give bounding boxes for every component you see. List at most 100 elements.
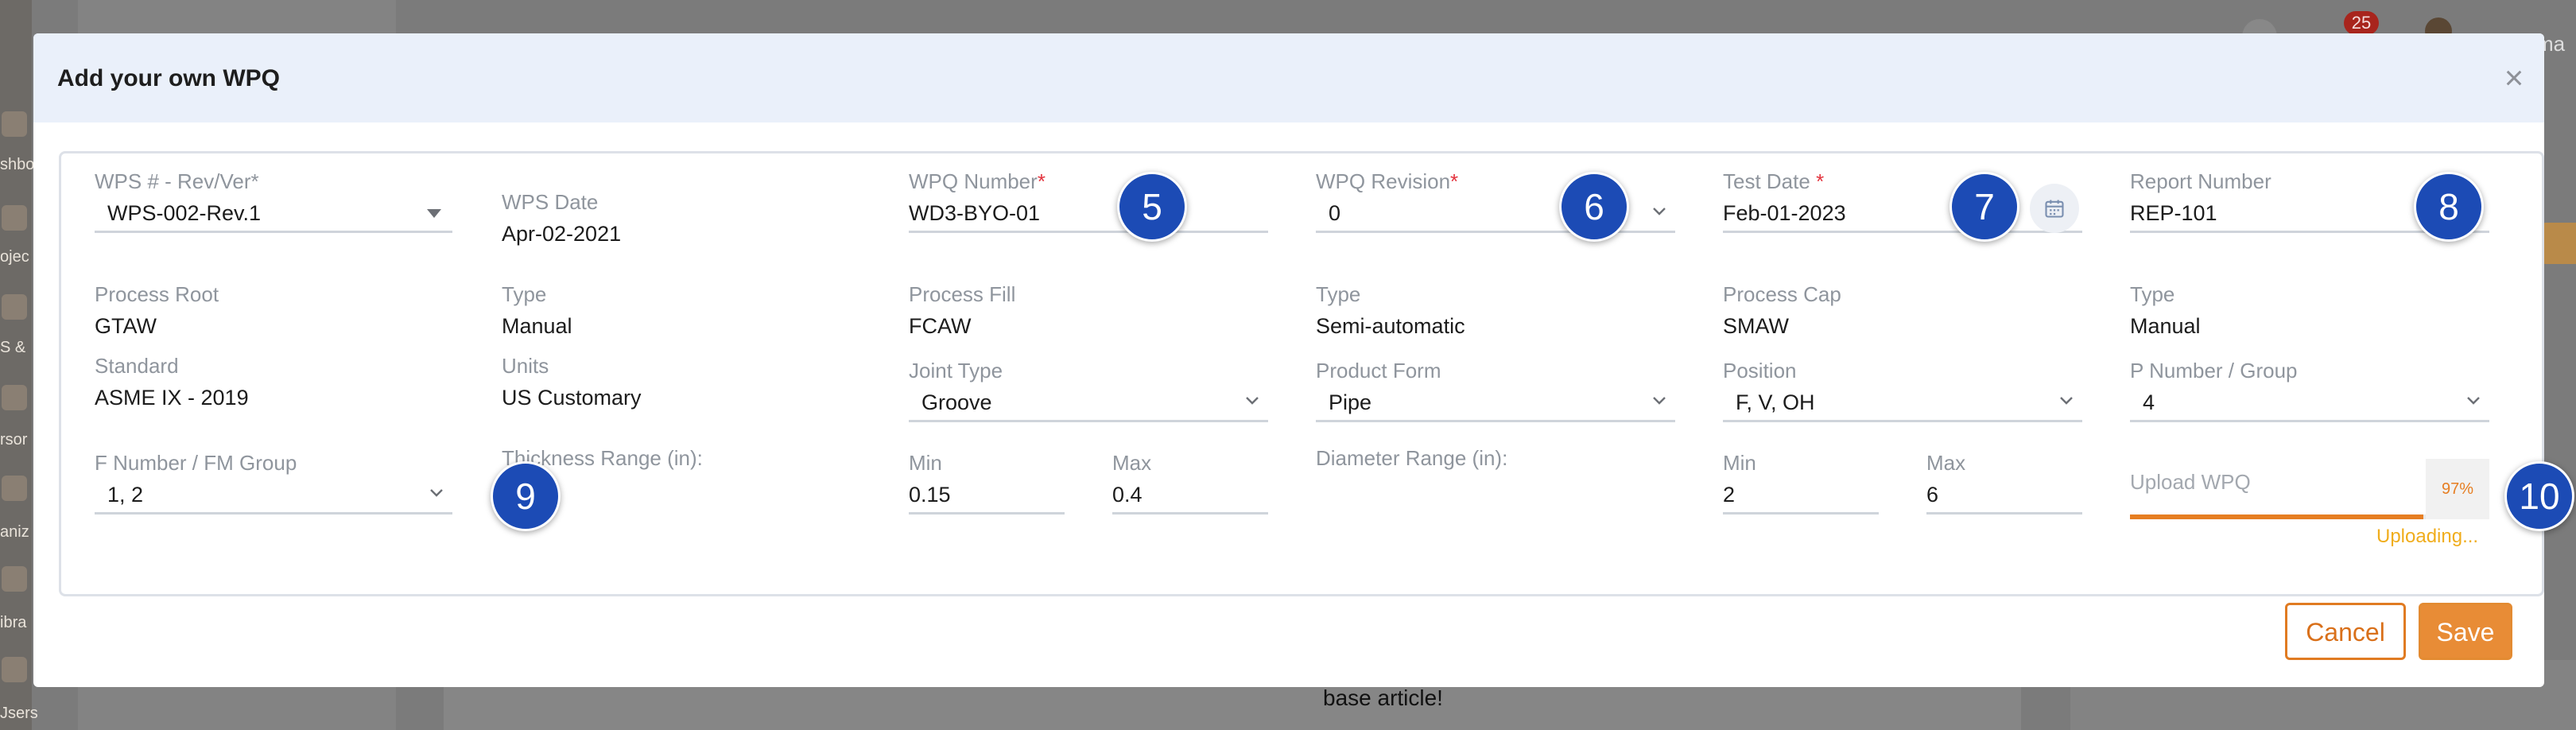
process-root-value: GTAW [95,314,157,338]
wpq-number-value: WD3-BYO-01 [909,201,1041,225]
type-root-label: Type [502,282,547,306]
process-root-label: Process Root [95,282,219,306]
position-select[interactable]: F, V, OH [1723,382,2082,422]
sidebar-label-users: Jsers [0,705,38,722]
process-cap-label: Process Cap [1723,282,1841,306]
sidebar-label-projects: ojec [0,248,29,266]
sidebar-label-organization: aniz [0,523,29,541]
save-button[interactable]: Save [2419,603,2512,660]
chevron-down-icon [430,489,443,497]
test-date-input[interactable]: Feb-01-2023 [1723,193,2082,233]
report-number-label: Report Number [2130,169,2271,193]
thickness-max-value: 0.4 [1112,483,1143,507]
personnel-icon [2,385,27,410]
sidebar-label-dashboard: shbo [0,156,35,173]
background-orange-tab [2541,223,2576,264]
documents-icon [2,294,27,320]
thickness-max-label: Max [1112,451,1152,475]
f-number-select[interactable]: 1, 2 [95,475,452,514]
marker-8: 8 [2414,172,2484,242]
joint-type-label: Joint Type [909,359,1003,382]
f-number-value: 1, 2 [107,483,144,507]
diameter-min-label: Min [1723,451,1756,475]
marker-10: 10 [2504,461,2574,531]
joint-type-select[interactable]: Groove [909,382,1268,422]
dashboard-icon [2,111,27,137]
marker-7: 7 [1949,172,2019,242]
units-label: Units [502,354,549,378]
cancel-button[interactable]: Cancel [2285,603,2406,660]
wpq-number-label: WPQ Number* [909,169,1046,193]
p-number-label: P Number / Group [2130,359,2298,382]
wpq-form: WPS # - Rev/Ver* WPS-002-Rev.1 WPS Date … [59,151,2544,596]
wps-select[interactable]: WPS-002-Rev.1 [95,193,452,233]
thickness-min-label: Min [909,451,942,475]
caret-down-icon [427,209,441,218]
thickness-max-input[interactable]: 0.4 [1112,475,1268,514]
upload-percent: 97% [2426,459,2489,519]
test-date-value: Feb-01-2023 [1723,201,1846,225]
units-value: US Customary [502,386,642,410]
sidebar-label-personnel: rsor [0,431,28,448]
product-form-label: Product Form [1316,359,1441,382]
type-cap-label: Type [2130,282,2175,306]
p-number-select[interactable]: 4 [2130,382,2489,422]
wpq-revision-value: 0 [1329,201,1341,225]
wpq-revision-label: WPQ Revision* [1316,169,1459,193]
report-number-value: REP-101 [2130,201,2217,225]
standard-label: Standard [95,354,179,378]
chevron-down-icon [1246,397,1259,405]
modal-title: Add your own WPQ [57,65,280,91]
standard-value: ASME IX - 2019 [95,386,249,410]
marker-9: 9 [491,461,561,531]
wps-date-label: WPS Date [502,190,599,214]
position-label: Position [1723,359,1797,382]
library-icon [2,566,27,592]
type-fill-label: Type [1316,282,1361,306]
f-number-label: F Number / FM Group [95,451,297,475]
product-form-select[interactable]: Pipe [1316,382,1675,422]
close-icon[interactable]: × [2496,61,2531,97]
joint-type-value: Groove [921,390,992,414]
upload-status: Uploading... [2376,526,2479,547]
sidebar-label-library: ibra [0,614,27,631]
calendar-button[interactable] [2030,184,2079,233]
upload-wpq-label: Upload WPQ [2130,470,2251,494]
type-fill-value: Semi-automatic [1316,314,1465,338]
position-value: F, V, OH [1736,390,1815,414]
process-cap-value: SMAW [1723,314,1789,338]
projects-icon [2,205,27,231]
chevron-down-icon [2060,397,2073,405]
organization-icon [2,476,27,501]
diameter-min-input[interactable]: 2 [1723,475,1879,514]
wps-date-value: Apr-02-2021 [502,222,622,246]
users-icon [2,657,27,682]
marker-6: 6 [1559,172,1629,242]
upload-wpq-field[interactable]: Upload WPQ 97% Uploading... [2130,459,2496,547]
chevron-down-icon [1653,208,1666,216]
chevron-down-icon [2467,397,2480,405]
diameter-max-input[interactable]: 6 [1926,475,2082,514]
notification-badge: 25 [2344,11,2379,35]
test-date-label: Test Date * [1723,169,1825,193]
upload-progress-bar [2130,514,2432,519]
process-fill-label: Process Fill [909,282,1016,306]
diameter-max-value: 6 [1926,483,1939,507]
wpq-number-input[interactable]: WD3-BYO-01 [909,193,1268,233]
background-sidebar: shbo ojec S & rsor aniz ibra Jsers [0,0,38,730]
p-number-value: 4 [2143,390,2155,414]
type-cap-value: Manual [2130,314,2201,338]
diameter-max-label: Max [1926,451,1966,475]
wps-value: WPS-002-Rev.1 [107,201,262,225]
marker-5: 5 [1117,172,1187,242]
type-root-value: Manual [502,314,572,338]
thickness-min-input[interactable]: 0.15 [909,475,1065,514]
diameter-min-value: 2 [1723,483,1736,507]
background-article-text: base article! [1323,685,1443,710]
sidebar-label-wps: S & [0,339,26,356]
wps-label: WPS # - Rev/Ver* [95,169,259,193]
thickness-min-value: 0.15 [909,483,951,507]
calendar-icon [2045,200,2064,218]
process-fill-value: FCAW [909,314,972,338]
product-form-value: Pipe [1329,390,1372,414]
